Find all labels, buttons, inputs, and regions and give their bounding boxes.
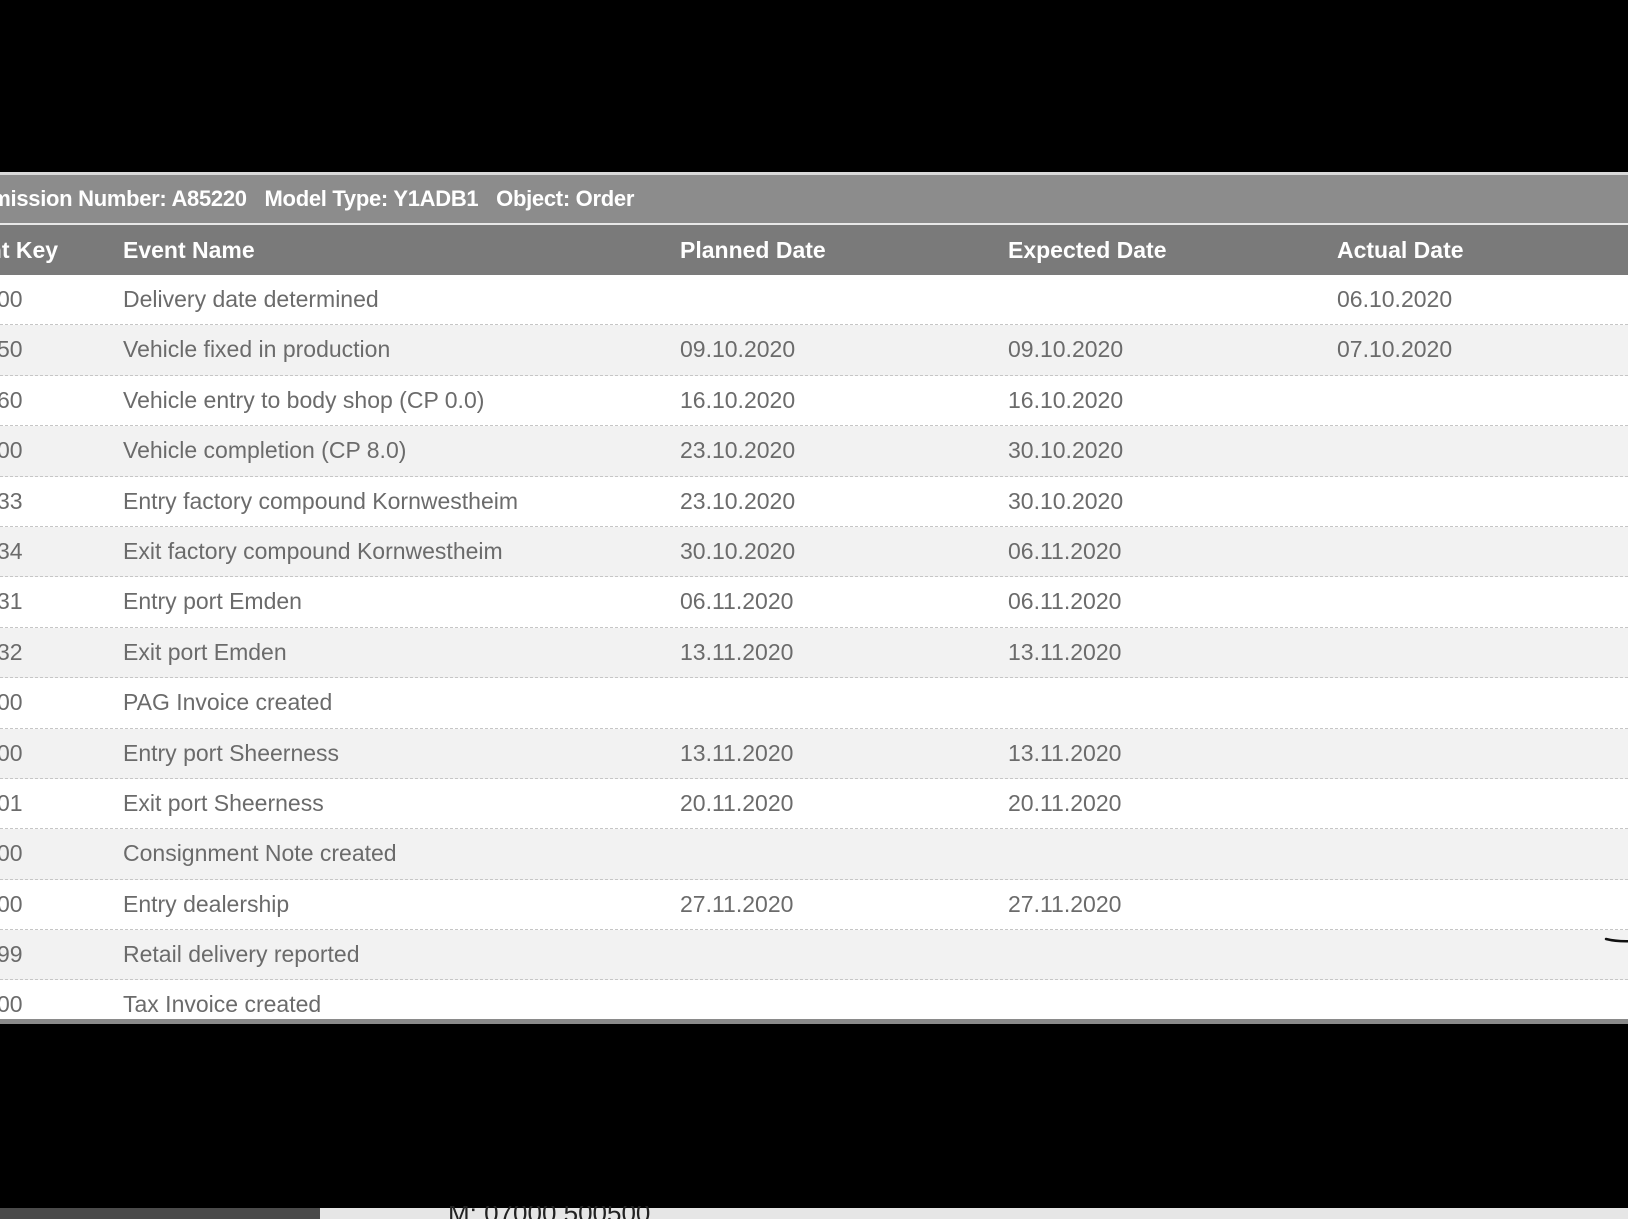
planned-date-cell: 20.11.2020 [680,789,794,816]
column-header-event-key[interactable]: ent Key [0,225,58,275]
event-key-cell: 00 [0,840,23,867]
table-row[interactable]: 00 Tax Invoice created [0,980,1628,1019]
footer-phone-text: M: 07000 500500 [448,1206,650,1219]
event-key-cell: 00 [0,286,23,312]
column-header-planned-date[interactable]: Planned Date [680,225,826,275]
event-name-cell: Vehicle completion (CP 8.0) [123,437,407,464]
event-name-cell: PAG Invoice created [123,689,333,716]
table-row[interactable]: 60 Vehicle entry to body shop (CP 0.0) 1… [0,375,1628,427]
column-header-event-name[interactable]: Event Name [123,225,255,275]
events-table-body: 00 Delivery date determined 06.10.2020 5… [0,275,1628,1019]
event-key-cell: 00 [0,890,23,917]
planned-date-cell: 09.10.2020 [680,336,796,363]
table-row[interactable]: 31 Entry port Emden 06.11.2020 06.11.202… [0,577,1628,628]
table-row[interactable]: 50 Vehicle fixed in production 09.10.202… [0,325,1628,376]
table-row[interactable]: 33 Entry factory compound Kornwestheim 2… [0,476,1628,527]
expected-date-cell: 06.11.2020 [1008,588,1122,615]
expected-date-cell: 13.11.2020 [1008,739,1122,766]
expected-date-cell: 09.10.2020 [1008,336,1124,363]
planned-date-cell: 23.10.2020 [680,487,796,514]
event-name-cell: Exit factory compound Kornwestheim [123,537,503,564]
table-row[interactable]: 01 Exit port Sheerness 20.11.2020 20.11.… [0,778,1628,830]
event-name-cell: Consignment Note created [123,840,397,867]
expected-date-cell: 27.11.2020 [1008,890,1122,917]
table-row[interactable]: 00 PAG Invoice created [0,678,1628,729]
event-key-cell: 00 [0,739,23,766]
event-name-cell: Entry dealership [123,890,290,917]
event-key-cell: 00 [0,437,23,464]
planned-date-cell: 23.10.2020 [680,437,796,464]
commission-number: mmission Number: A85220 [0,186,247,211]
table-row[interactable]: 99 Retail delivery reported [0,930,1628,981]
planned-date-cell: 13.11.2020 [680,638,794,665]
table-row[interactable]: 00 Entry port Sheerness 13.11.2020 13.11… [0,728,1628,779]
event-key-cell: 60 [0,386,23,413]
model-type: Model Type: Y1ADB1 [264,186,479,211]
event-name-cell: Tax Invoice created [123,991,322,1018]
event-name-cell: Entry port Emden [123,588,302,615]
order-info-bar: mmission Number: A85220 Model Type: Y1AD… [0,175,1628,225]
event-name-cell: Vehicle fixed in production [123,336,391,363]
event-key-cell: 31 [0,588,23,615]
actual-date-cell: 06.10.2020 [1337,286,1453,312]
planned-date-cell: 06.11.2020 [680,588,794,615]
planned-date-cell: 30.10.2020 [680,537,796,564]
table-header: ent Key Event Name Planned Date Expected… [0,225,1628,275]
pen-stroke-mark [1604,937,1628,943]
event-key-cell: 01 [0,789,23,816]
event-name-cell: Exit port Sheerness [123,789,324,816]
planned-date-cell: 16.10.2020 [680,386,796,413]
expected-date-cell: 16.10.2020 [1008,386,1124,413]
expected-date-cell: 30.10.2020 [1008,487,1124,514]
event-key-cell: 50 [0,336,23,363]
table-row[interactable]: 00 Vehicle completion (CP 8.0) 23.10.202… [0,426,1628,477]
event-key-cell: 00 [0,689,23,716]
footer-dark-block [0,1208,320,1219]
event-key-cell: 99 [0,941,23,968]
expected-date-cell: 13.11.2020 [1008,638,1122,665]
expected-date-cell: 20.11.2020 [1008,789,1122,816]
column-header-expected-date[interactable]: Expected Date [1008,225,1167,275]
planned-date-cell: 13.11.2020 [680,739,794,766]
table-row[interactable]: 00 Consignment Note created [0,829,1628,880]
bottom-window-strip: M: 07000 500500 [0,1206,1628,1219]
planned-date-cell: 27.11.2020 [680,890,794,917]
order-info-text: mmission Number: A85220 Model Type: Y1AD… [0,175,646,223]
object-type: Object: Order [496,186,635,211]
expected-date-cell: 30.10.2020 [1008,437,1124,464]
event-key-cell: 00 [0,991,23,1018]
table-row[interactable]: 00 Entry dealership 27.11.2020 27.11.202… [0,879,1628,931]
event-name-cell: Retail delivery reported [123,941,360,968]
event-name-cell: Vehicle entry to body shop (CP 0.0) [123,386,485,413]
table-row[interactable]: 34 Exit factory compound Kornwestheim 30… [0,526,1628,578]
event-key-cell: 32 [0,638,23,665]
table-row[interactable]: 00 Delivery date determined 06.10.2020 [0,275,1628,326]
event-name-cell: Exit port Emden [123,638,287,665]
table-row[interactable]: 32 Exit port Emden 13.11.2020 13.11.2020 [0,627,1628,679]
column-header-actual-date[interactable]: Actual Date [1337,225,1464,275]
event-key-cell: 34 [0,537,23,564]
event-name-cell: Delivery date determined [123,286,379,312]
event-name-cell: Entry port Sheerness [123,739,340,766]
actual-date-cell: 07.10.2020 [1337,336,1453,363]
screenshot-stage: mmission Number: A85220 Model Type: Y1AD… [0,0,1628,1219]
event-name-cell: Entry factory compound Kornwestheim [123,487,519,514]
event-key-cell: 33 [0,487,23,514]
vehicle-events-panel: mmission Number: A85220 Model Type: Y1AD… [0,172,1628,1024]
expected-date-cell: 06.11.2020 [1008,537,1122,564]
